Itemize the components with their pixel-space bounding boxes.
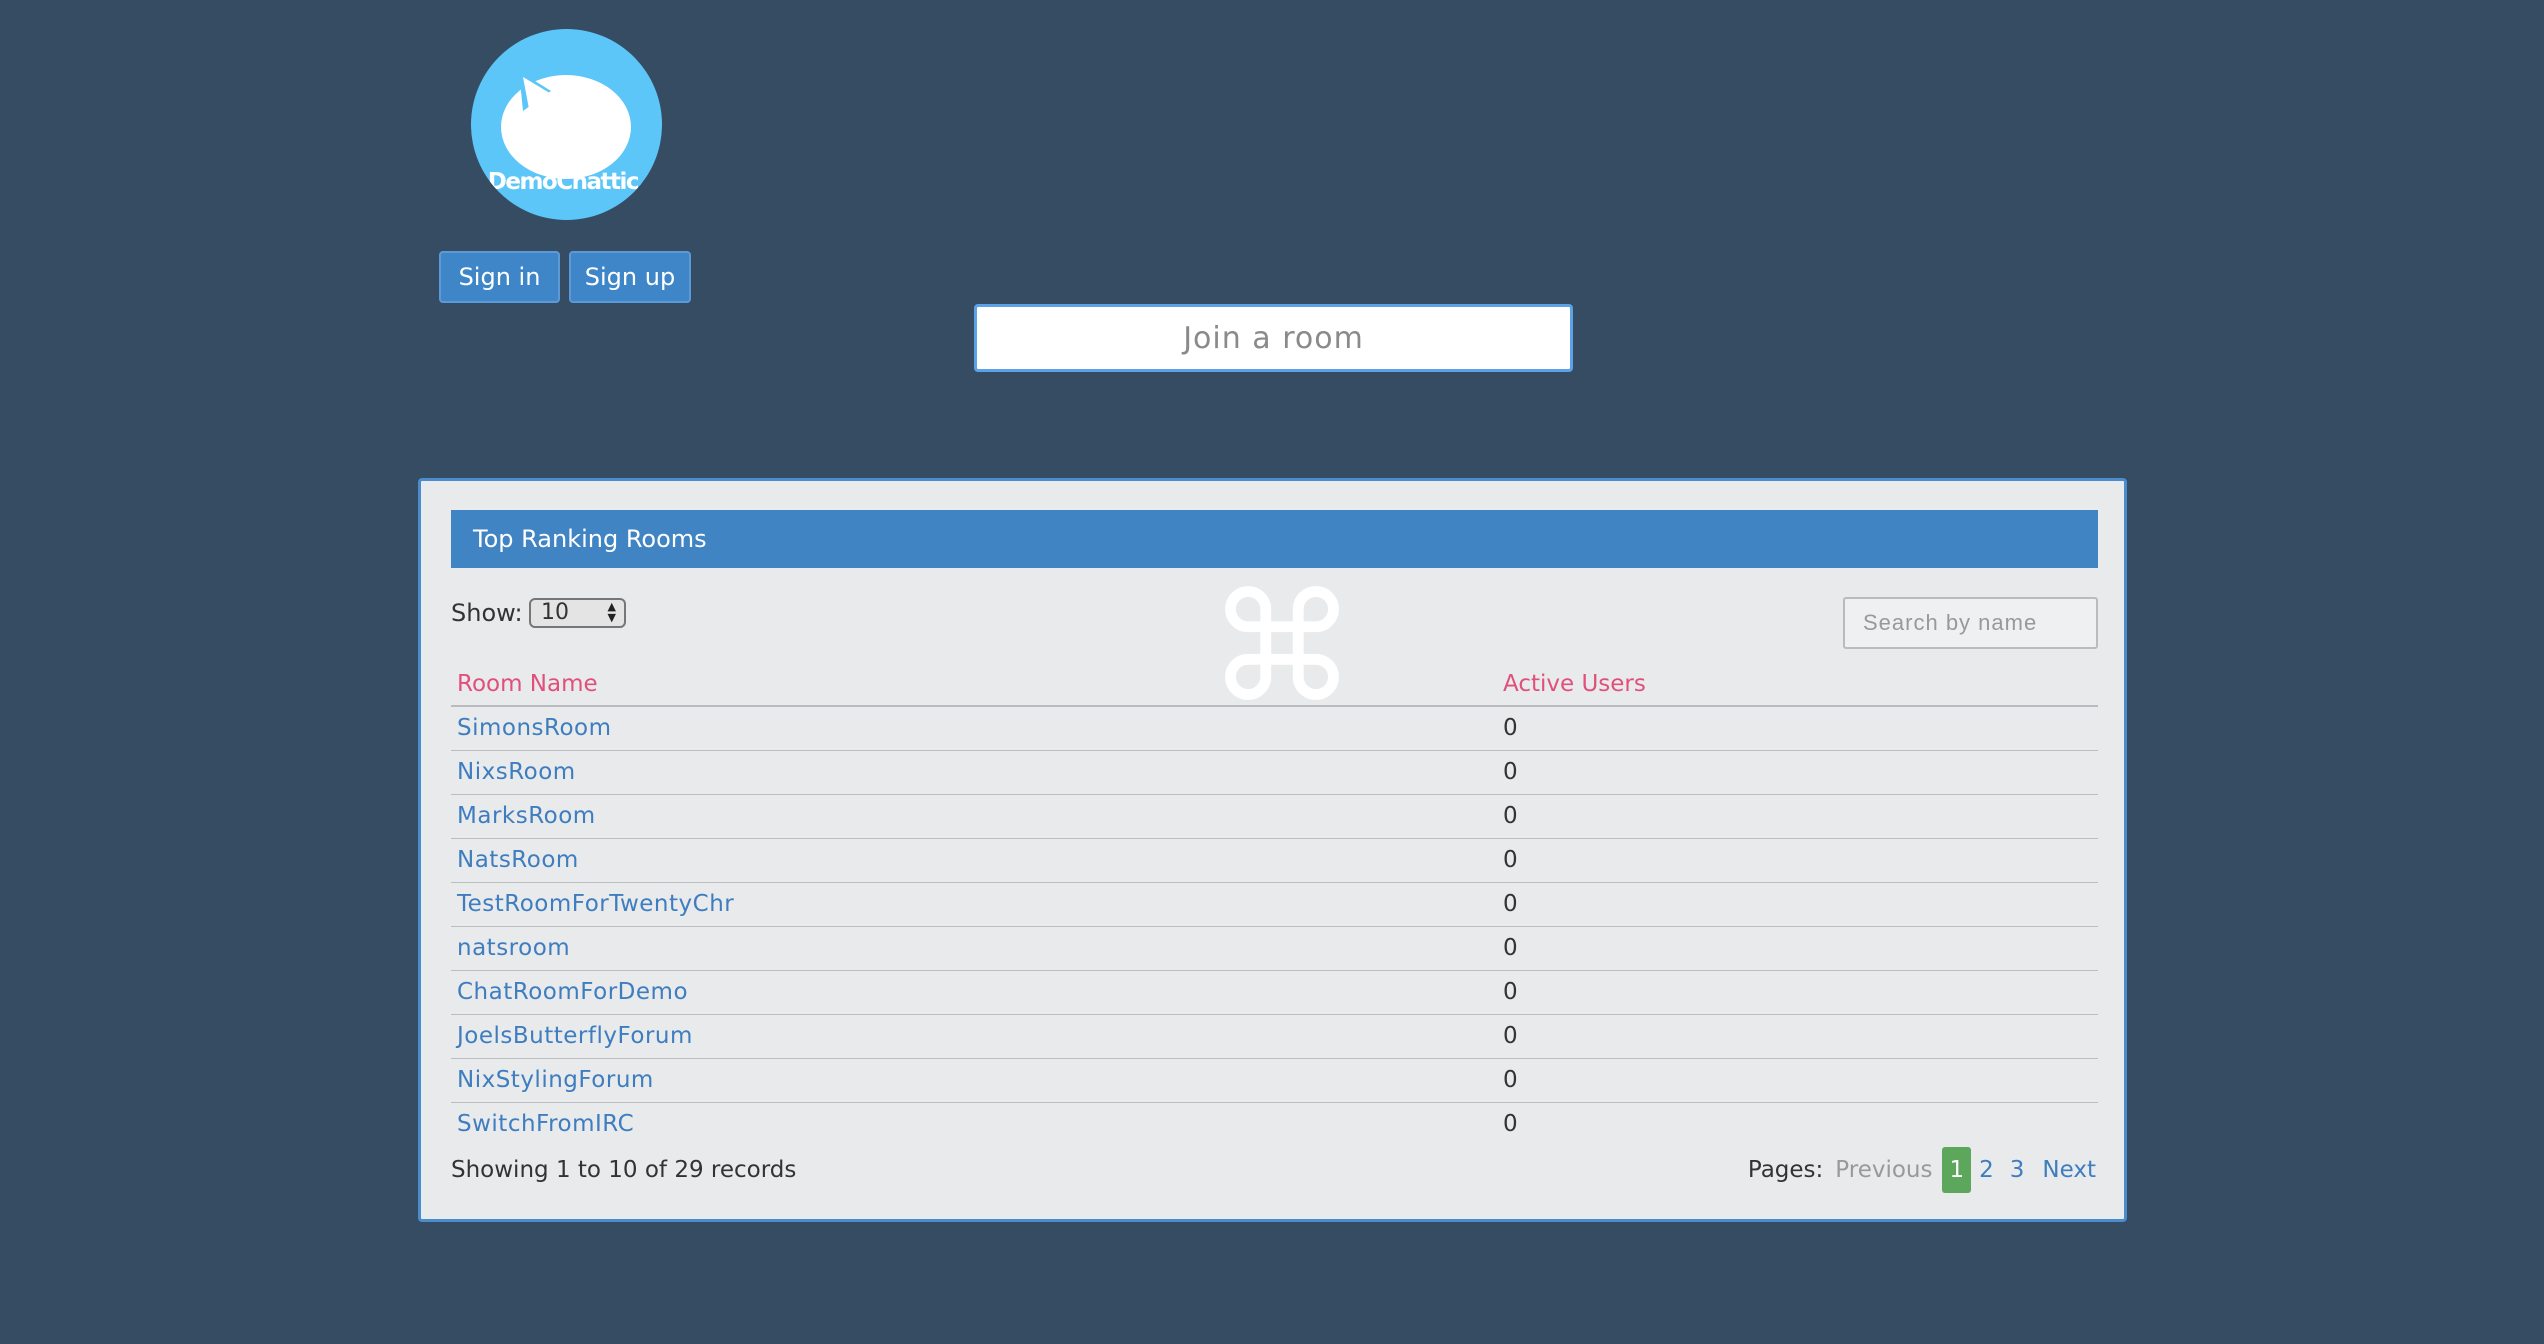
- table-row: JoelsButterflyForum 0: [451, 1014, 2098, 1059]
- room-link[interactable]: ChatRoomForDemo: [457, 979, 688, 1005]
- table-row: NixStylingForum 0: [451, 1058, 2098, 1103]
- rooms-table: Room Name Active Users SimonsRoom 0 Nixs…: [451, 662, 2098, 1146]
- room-link[interactable]: JoelsButterflyForum: [457, 1023, 693, 1049]
- column-header-room-name[interactable]: Room Name: [451, 662, 1497, 707]
- table-row: MarksRoom 0: [451, 794, 2098, 839]
- page-button-2[interactable]: 2: [1971, 1157, 2002, 1183]
- table-row: TestRoomForTwentyChr 0: [451, 882, 2098, 927]
- previous-page-button[interactable]: Previous: [1835, 1157, 1932, 1183]
- room-link[interactable]: natsroom: [457, 935, 570, 961]
- room-link[interactable]: NixsRoom: [457, 759, 576, 785]
- page-size-select[interactable]: 10 ▲ ▼: [529, 598, 626, 628]
- table-row: SimonsRoom 0: [451, 706, 2098, 751]
- page-size-value: 10: [541, 600, 569, 625]
- active-users-count: 0: [1497, 926, 2098, 971]
- column-header-active-users[interactable]: Active Users: [1497, 662, 2098, 707]
- pagination-label: Pages:: [1747, 1157, 1824, 1183]
- table-row: ChatRoomForDemo 0: [451, 970, 2098, 1015]
- select-arrows-icon: ▲ ▼: [607, 600, 616, 624]
- join-room-input[interactable]: [974, 304, 1573, 372]
- active-users-count: 0: [1497, 794, 2098, 839]
- page-button-3[interactable]: 3: [2002, 1157, 2033, 1183]
- room-link[interactable]: TestRoomForTwentyChr: [457, 891, 734, 917]
- room-link[interactable]: SimonsRoom: [457, 715, 612, 741]
- records-info: Showing 1 to 10 of 29 records: [451, 1157, 797, 1183]
- top-rooms-panel: Top Ranking Rooms ⌘ Show: 10 ▲▼ Room Nam…: [418, 478, 2127, 1222]
- logo-text: DemoChattic.: [487, 169, 647, 195]
- active-users-count: 0: [1503, 1111, 1518, 1138]
- table-row: natsroom 0: [451, 926, 2098, 971]
- search-input[interactable]: [1843, 597, 2098, 649]
- active-users-count: 0: [1497, 970, 2098, 1015]
- active-users-count: 0: [1497, 838, 2098, 883]
- room-link[interactable]: MarksRoom: [457, 803, 596, 829]
- active-users-count: 0: [1497, 750, 2098, 795]
- table-row: SwitchFromIRC 0: [451, 1102, 2098, 1146]
- table-row: NixsRoom 0: [451, 750, 2098, 795]
- logo: DemoChattic.: [471, 29, 662, 220]
- active-users-count: 0: [1497, 706, 2098, 751]
- page-button-1[interactable]: 1: [1942, 1147, 1972, 1193]
- panel-title: Top Ranking Rooms: [451, 510, 2098, 568]
- next-page-button[interactable]: Next: [2042, 1157, 2096, 1183]
- room-link[interactable]: NatsRoom: [457, 847, 579, 873]
- pagination: Pages: Previous 1 2 3 Next: [1748, 1147, 2096, 1193]
- active-users-count: 0: [1497, 1014, 2098, 1059]
- active-users-count: 0: [1497, 1058, 2098, 1103]
- sign-up-button[interactable]: Sign up: [569, 251, 691, 303]
- show-label: Show:: [451, 599, 523, 627]
- table-header-row: Room Name Active Users: [451, 662, 2098, 707]
- room-link[interactable]: SwitchFromIRC: [457, 1111, 634, 1137]
- room-link[interactable]: NixStylingForum: [457, 1067, 654, 1093]
- table-row: NatsRoom 0: [451, 838, 2098, 883]
- active-users-count: 0: [1497, 882, 2098, 927]
- sign-in-button[interactable]: Sign in: [439, 251, 560, 303]
